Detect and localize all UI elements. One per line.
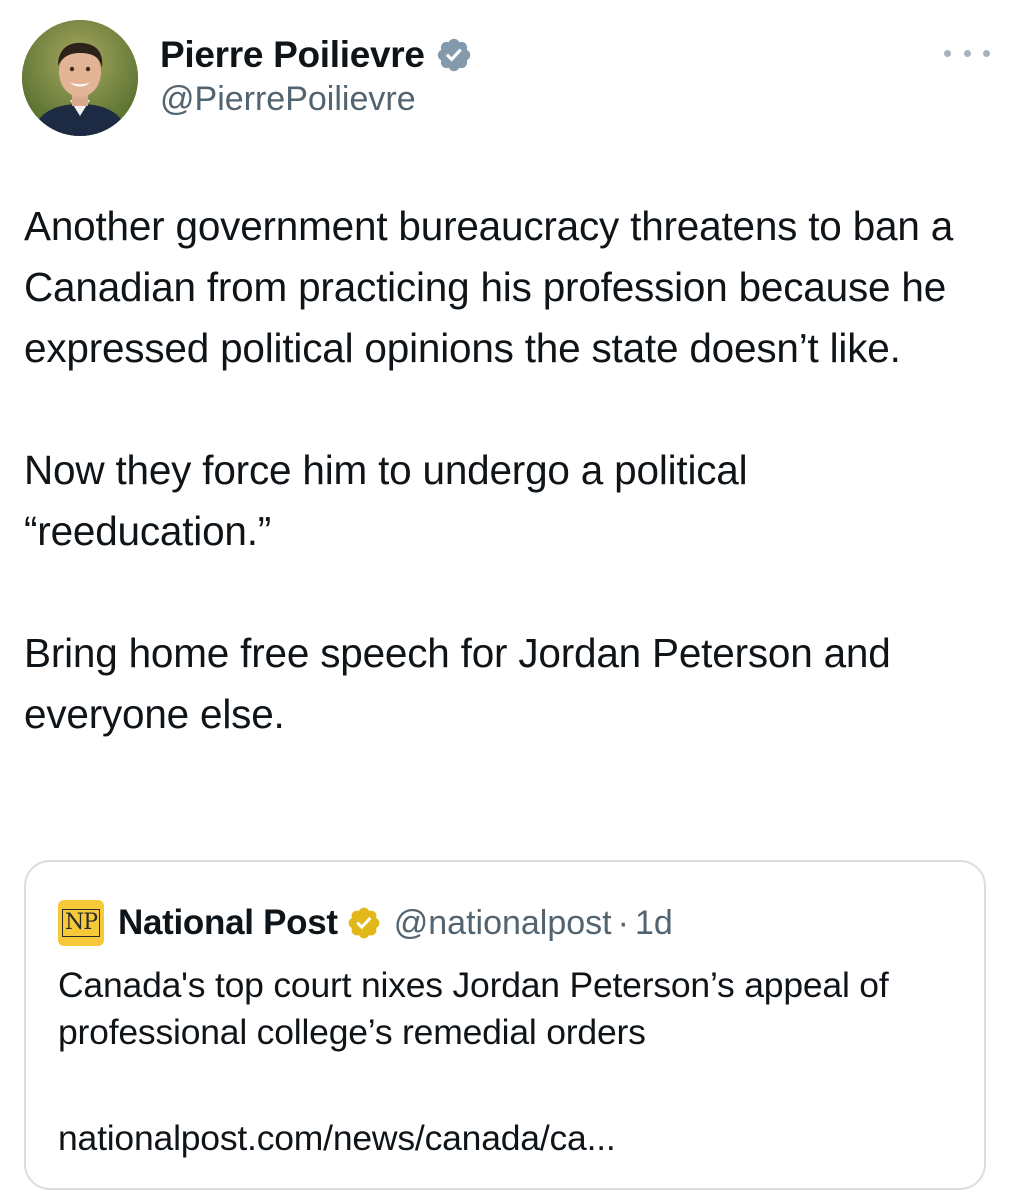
tweet-paragraph: Bring home free speech for Jordan Peters… (24, 630, 891, 737)
verified-badge-icon (435, 36, 473, 74)
tweet-paragraph: Another government bureaucracy threatens… (24, 203, 954, 371)
quoted-timestamp[interactable]: 1d (635, 904, 673, 943)
author-name-row: Pierre Poilievre (160, 30, 473, 80)
tweet: Pierre Poilievre @PierrePoilievre Anothe… (0, 0, 1012, 1200)
tweet-text: Another government bureaucracy threatens… (24, 196, 984, 745)
quoted-tweet-text: Canada's top court nixes Jordan Peterson… (58, 965, 889, 1052)
quoted-author-handle[interactable]: @nationalpost (394, 904, 612, 943)
quoted-author-name[interactable]: National Post (118, 903, 338, 943)
avatar[interactable] (22, 20, 138, 136)
quoted-tweet-link[interactable]: nationalpost.com/news/canada/ca... (58, 1118, 616, 1159)
more-horizontal-icon-dot (963, 49, 971, 57)
quoted-tweet-card[interactable]: NP National Post @nationalpost · 1d Cana… (24, 860, 986, 1190)
profile-photo (22, 20, 138, 136)
separator-dot: · (617, 903, 629, 942)
gold-verified-badge-icon (346, 905, 382, 941)
more-horizontal-icon-dot (983, 49, 990, 57)
more-horizontal-icon (944, 49, 951, 57)
national-post-logo[interactable]: NP (58, 900, 104, 946)
author-name[interactable]: Pierre Poilievre (160, 34, 425, 76)
author-handle[interactable]: @PierrePoilievre (160, 80, 416, 119)
more-options-button[interactable] (944, 38, 990, 68)
tweet-paragraph: Now they force him to undergo a politica… (24, 447, 748, 554)
quoted-tweet-header: NP National Post @nationalpost · 1d (58, 898, 673, 948)
logo-text: NP (61, 909, 101, 937)
